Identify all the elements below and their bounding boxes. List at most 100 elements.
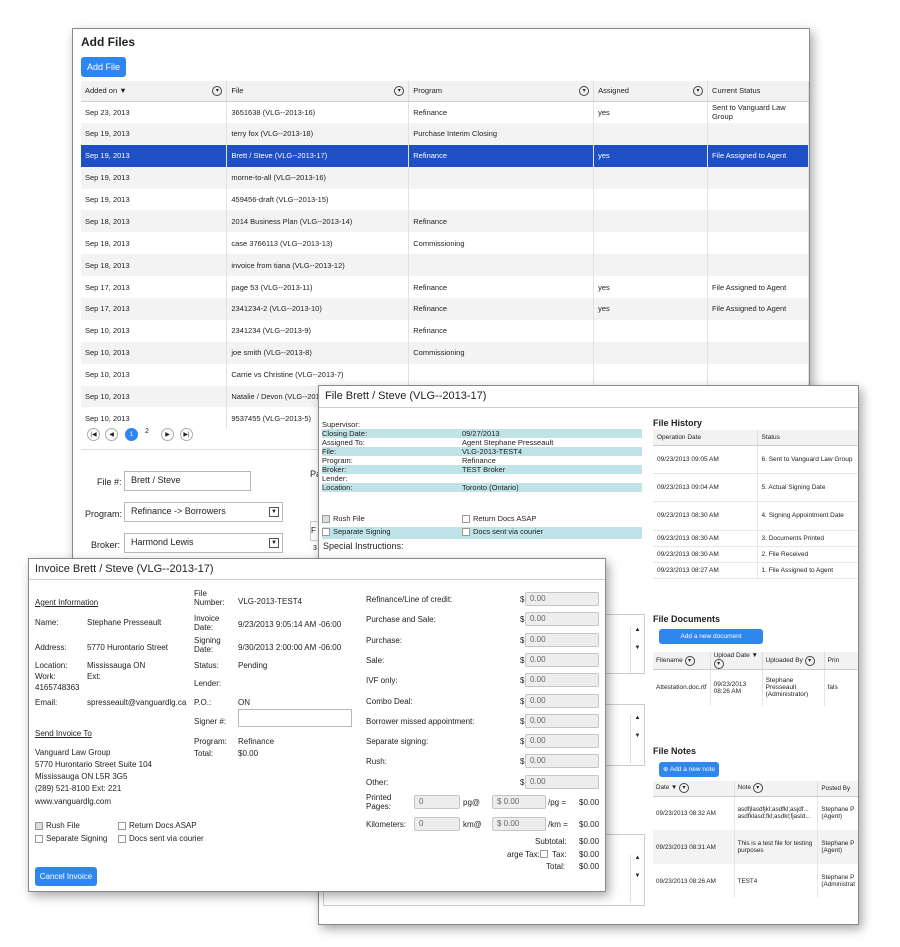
file-flags-row1: Rush File Return Docs ASAP	[322, 514, 642, 526]
fee-input[interactable]: 0.00	[525, 774, 599, 789]
pages-total: $0.00	[579, 798, 600, 807]
filter-icon[interactable]: ▾	[579, 86, 590, 96]
note-row[interactable]: 09/23/2013 08:31 AM This is a test file f…	[653, 830, 858, 864]
col-added-on[interactable]: Added on ▼ ▾	[81, 81, 228, 102]
table-cell	[593, 188, 709, 211]
agent-name: Stephane Presseault	[87, 618, 162, 627]
file-number-input[interactable]: Brett / Steve	[124, 471, 251, 491]
tax-checkbox[interactable]	[540, 850, 548, 858]
col-assigned[interactable]: Assigned ▾	[593, 81, 709, 102]
scrollbar[interactable]: ▲ ▼	[630, 715, 644, 763]
add-files-title: Add Files	[81, 35, 136, 49]
rush-file-checkbox[interactable]	[322, 515, 330, 524]
fee-input[interactable]: 0.00	[525, 734, 599, 749]
col-current-status[interactable]: Current Status	[707, 81, 809, 102]
note-row[interactable]: 09/23/2013 08:32 AM asdfjlasdfjkl;asdfkl;…	[653, 796, 858, 830]
notes-col-note[interactable]: Note ▾	[734, 781, 819, 797]
page-rate-input[interactable]: $ 0.00	[492, 795, 546, 809]
fee-currency: $	[520, 696, 525, 706]
filter-icon[interactable]: ▾	[693, 86, 704, 96]
send-to-line-5: www.vanguardlg.com	[35, 797, 112, 806]
table-cell	[707, 254, 809, 277]
separate-signing-checkbox[interactable]	[35, 834, 43, 843]
fee-input[interactable]: 0.00	[525, 592, 599, 606]
table-row[interactable]: Sep 19, 2013 Brett / Steve (VLG--2013-17)…	[81, 144, 809, 167]
signer-input[interactable]	[238, 709, 352, 727]
return-docs-checkbox[interactable]	[462, 515, 470, 524]
fee-input[interactable]: 0.00	[525, 754, 599, 769]
filter-icon[interactable]: ▾	[684, 655, 695, 666]
fee-label: Refinance/Line of credit:	[366, 595, 453, 604]
program-select[interactable]: Refinance -> Borrowers ▼	[124, 502, 283, 522]
prev-page-icon[interactable]: ◀	[105, 428, 118, 441]
add-document-button[interactable]: Add a new document	[659, 629, 763, 644]
table-row[interactable]: Sep 10, 2013 2341234 (VLG--2013-9) Refinan…	[81, 319, 809, 342]
fee-input[interactable]: 0.00	[525, 673, 599, 688]
cancel-invoice-button[interactable]: Cancel Invoice	[35, 867, 97, 886]
table-cell	[707, 210, 809, 233]
fee-input[interactable]: 0.00	[525, 693, 599, 708]
work-label: Work:	[35, 672, 56, 681]
separate-signing-checkbox[interactable]	[322, 528, 330, 537]
add-note-button[interactable]: ⊕ Add a new note	[659, 762, 719, 777]
detail-key: Program:	[322, 456, 353, 465]
page-1-button[interactable]: 1	[125, 428, 138, 441]
location-label: Location:	[35, 661, 68, 670]
next-page-icon[interactable]: ▶	[161, 428, 174, 441]
docs-col-filename[interactable]: Filename ▾	[653, 652, 711, 670]
kilometers-input[interactable]: 0	[414, 817, 460, 831]
filter-icon[interactable]: ▾	[212, 86, 223, 96]
table-row[interactable]: Sep 19, 2013 morne-to-all (VLG--2013-16)	[81, 166, 809, 189]
document-row[interactable]: Attestation.doc.rtf 09/23/2013 08:26 AM St…	[653, 669, 858, 706]
fee-input[interactable]: 0.00	[525, 713, 599, 728]
fee-input[interactable]: 0.00	[525, 612, 599, 627]
scrollbar[interactable]: ▲ ▼	[630, 855, 644, 903]
docs-col-uploaded-by[interactable]: Uploaded By ▾	[762, 652, 825, 670]
last-page-icon[interactable]: ▶|	[180, 428, 193, 441]
table-row[interactable]: Sep 10, 2013 Carrie vs Christine (VLG--20…	[81, 363, 809, 386]
table-row[interactable]: Sep 23, 2013 3651638 (VLG--2013-16) Refina…	[81, 101, 809, 123]
grand-total-label: Total:	[546, 862, 566, 871]
table-cell: yes	[593, 276, 709, 299]
table-row[interactable]: Sep 19, 2013 terry fox (VLG--2013-18) Purc…	[81, 122, 809, 145]
table-row[interactable]: Sep 17, 2013 2341234-2 (VLG--2013-10) Refi…	[81, 298, 809, 320]
filter-icon[interactable]: ▾	[752, 783, 763, 794]
add-file-button[interactable]: Add File	[81, 57, 126, 77]
docs-col-upload-date[interactable]: Upload Date ▼ ▾	[710, 652, 763, 670]
notes-col-date[interactable]: Date ▼ ▾	[653, 781, 735, 797]
table-row[interactable]: Sep 19, 2013 459456-draft (VLG--2013-15)	[81, 188, 809, 211]
filter-icon[interactable]: ▾	[394, 86, 405, 96]
program-label: Program:	[85, 509, 123, 519]
broker-select[interactable]: Harmond Lewis ▼	[124, 533, 283, 553]
docs-sent-checkbox[interactable]	[118, 834, 126, 843]
docs-sent-checkbox[interactable]	[462, 528, 470, 537]
page-2-button[interactable]: 2	[145, 428, 149, 435]
filter-icon[interactable]: ▾	[713, 659, 724, 669]
program-label: Program:	[194, 737, 227, 746]
table-row[interactable]: Sep 18, 2013 case 3766113 (VLG--2013-13) C…	[81, 232, 809, 255]
table-cell: Brett / Steve (VLG--2013-17)	[226, 144, 410, 167]
col-program[interactable]: Program ▾	[408, 81, 595, 102]
detail-row: Supervisor:	[322, 420, 642, 429]
scrollbar[interactable]: ▲ ▼	[630, 627, 644, 673]
table-row[interactable]: Sep 17, 2013 page 53 (VLG--2013-11) Refina…	[81, 276, 809, 299]
history-cell: 09/23/2013 08:27 AM	[653, 562, 758, 579]
col-file[interactable]: File ▾	[226, 81, 410, 102]
first-page-icon[interactable]: |◀	[87, 428, 100, 441]
table-cell: 2014 Business Plan (VLG--2013-14)	[226, 210, 410, 233]
detail-row: Location: Toronto (Ontario)	[322, 483, 642, 492]
printed-pages-input[interactable]: 0	[414, 795, 460, 809]
table-row[interactable]: Sep 10, 2013 joe smith (VLG--2013-8) Commi…	[81, 341, 809, 364]
table-cell: Refinance	[408, 298, 595, 320]
fee-input[interactable]: 0.00	[525, 652, 599, 667]
note-row[interactable]: 09/23/2013 08:26 AM TEST4 Stephane P (Admi…	[653, 864, 858, 898]
rush-file-checkbox[interactable]	[35, 821, 43, 830]
table-cell: File Assigned to Agent	[707, 298, 809, 320]
filter-icon[interactable]: ▾	[804, 655, 815, 666]
return-docs-checkbox[interactable]	[118, 821, 126, 830]
fee-input[interactable]: 0.00	[525, 632, 599, 647]
table-row[interactable]: Sep 18, 2013 2014 Business Plan (VLG--201…	[81, 210, 809, 233]
km-rate-input[interactable]: $ 0.00	[492, 817, 546, 831]
table-row[interactable]: Sep 18, 2013 invoice from tiana (VLG--201…	[81, 254, 809, 277]
filter-icon[interactable]: ▾	[679, 783, 690, 794]
